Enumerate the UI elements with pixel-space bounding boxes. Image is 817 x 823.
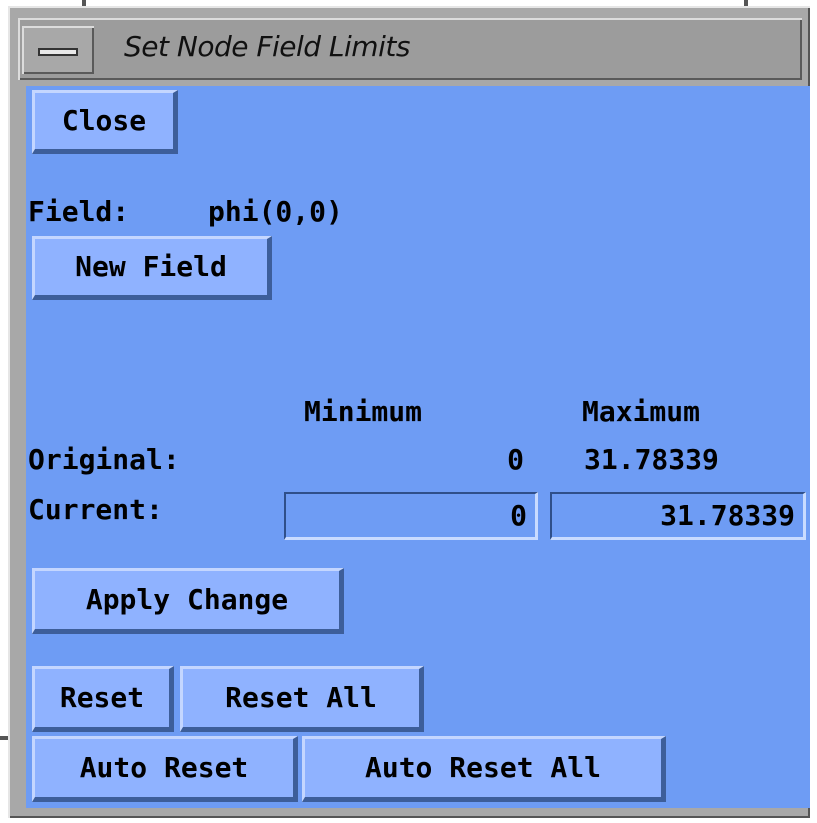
dialog-panel: Close Field: phi(0,0) New Field Minimum … xyxy=(26,86,810,808)
window-menu-icon xyxy=(38,48,78,56)
window-menu-button[interactable] xyxy=(22,26,94,74)
window-title: Set Node Field Limits xyxy=(124,30,410,63)
reset-button[interactable]: Reset xyxy=(32,666,174,732)
original-min-value: 0 xyxy=(507,443,524,476)
field-value: phi(0,0) xyxy=(208,195,343,228)
original-max-value: 31.78339 xyxy=(584,443,719,476)
window-titlebar[interactable]: Set Node Field Limits xyxy=(18,18,802,80)
auto-reset-button[interactable]: Auto Reset xyxy=(32,736,298,802)
field-label: Field: xyxy=(28,195,130,228)
maximum-header: Maximum xyxy=(582,395,701,428)
current-min-input[interactable] xyxy=(284,492,538,540)
frame-resize-handle[interactable] xyxy=(82,0,86,6)
close-button[interactable]: Close xyxy=(32,90,178,154)
current-label: Current: xyxy=(28,493,163,526)
new-field-button[interactable]: New Field xyxy=(32,236,272,300)
apply-change-button[interactable]: Apply Change xyxy=(32,568,344,634)
original-label: Original: xyxy=(28,443,180,476)
frame-resize-handle[interactable] xyxy=(744,0,748,6)
minimum-header: Minimum xyxy=(304,395,423,428)
current-max-input[interactable] xyxy=(550,492,806,540)
frame-resize-handle[interactable] xyxy=(0,736,8,740)
auto-reset-all-button[interactable]: Auto Reset All xyxy=(302,736,666,802)
reset-all-button[interactable]: Reset All xyxy=(180,666,424,732)
